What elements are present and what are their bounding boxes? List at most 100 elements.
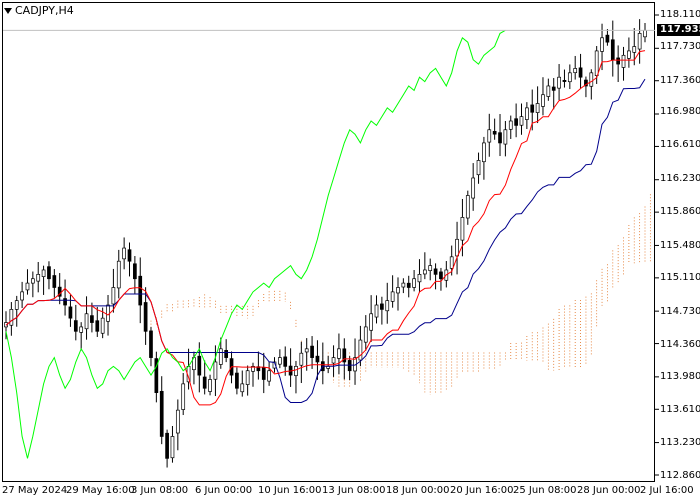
candle-body[interactable] bbox=[380, 303, 384, 310]
candle-body[interactable] bbox=[310, 345, 314, 358]
candle-body[interactable] bbox=[170, 436, 175, 459]
candle-body[interactable] bbox=[498, 132, 502, 144]
candle-body[interactable] bbox=[127, 249, 132, 262]
candle-body[interactable] bbox=[519, 116, 524, 126]
candle-body[interactable] bbox=[240, 383, 245, 393]
candle-body[interactable] bbox=[36, 274, 41, 282]
candle-body[interactable] bbox=[181, 383, 186, 410]
candle-body[interactable] bbox=[465, 195, 470, 219]
candle-body[interactable] bbox=[283, 356, 288, 367]
candle-body[interactable] bbox=[278, 357, 282, 365]
candle-body[interactable] bbox=[267, 370, 271, 382]
candle-body[interactable] bbox=[449, 256, 454, 269]
candle-body[interactable] bbox=[73, 320, 78, 332]
candle-body[interactable] bbox=[9, 309, 14, 326]
candle-body[interactable] bbox=[589, 72, 594, 87]
candle-body[interactable] bbox=[208, 379, 212, 392]
candle-body[interactable] bbox=[79, 326, 84, 333]
candle-body[interactable] bbox=[390, 291, 395, 302]
candle-body[interactable] bbox=[358, 339, 363, 361]
candle-body[interactable] bbox=[90, 315, 94, 323]
candle-body[interactable] bbox=[100, 317, 105, 334]
candle-body[interactable] bbox=[133, 263, 137, 280]
candle-body[interactable] bbox=[245, 370, 250, 385]
candle-body[interactable] bbox=[412, 278, 416, 288]
candle-body[interactable] bbox=[487, 129, 492, 143]
candle-body[interactable] bbox=[460, 217, 465, 241]
candle-body[interactable] bbox=[25, 282, 30, 291]
price-chart[interactable] bbox=[0, 0, 700, 500]
candle-body[interactable] bbox=[68, 306, 73, 319]
candle-body[interactable] bbox=[299, 352, 304, 366]
candle-body[interactable] bbox=[643, 29, 647, 38]
candle-body[interactable] bbox=[143, 302, 148, 332]
candle-body[interactable] bbox=[175, 409, 180, 434]
candle-body[interactable] bbox=[422, 269, 427, 275]
candle-body[interactable] bbox=[562, 79, 567, 82]
candle-body[interactable] bbox=[476, 160, 481, 176]
candle-body[interactable] bbox=[197, 355, 202, 376]
candle-body[interactable] bbox=[567, 72, 572, 83]
candle-body[interactable] bbox=[374, 304, 379, 318]
candle-body[interactable] bbox=[573, 68, 578, 74]
candle-body[interactable] bbox=[557, 76, 561, 89]
candle-body[interactable] bbox=[637, 33, 642, 50]
candle-body[interactable] bbox=[63, 298, 67, 306]
candle-body[interactable] bbox=[52, 275, 57, 288]
candle-body[interactable] bbox=[541, 94, 545, 107]
candle-body[interactable] bbox=[369, 313, 373, 331]
candle-body[interactable] bbox=[627, 50, 631, 59]
candle-body[interactable] bbox=[116, 260, 121, 289]
candle-body[interactable] bbox=[138, 275, 143, 306]
candle-body[interactable] bbox=[149, 330, 153, 358]
candle-body[interactable] bbox=[508, 120, 513, 130]
candle-body[interactable] bbox=[106, 304, 110, 322]
candle-body[interactable] bbox=[428, 265, 433, 271]
candle-body[interactable] bbox=[363, 326, 368, 343]
chart-window[interactable]: CADJPY,H4 118.110 117.730 117.360 116.98… bbox=[0, 0, 700, 500]
candle-body[interactable] bbox=[30, 278, 35, 284]
candle-body[interactable] bbox=[525, 107, 529, 120]
candle-body[interactable] bbox=[213, 361, 218, 380]
candle-body[interactable] bbox=[594, 50, 599, 76]
candle-body[interactable] bbox=[616, 57, 621, 65]
candle-body[interactable] bbox=[396, 287, 400, 294]
candle-body[interactable] bbox=[600, 37, 604, 52]
candle-body[interactable] bbox=[455, 238, 459, 257]
candle-body[interactable] bbox=[439, 271, 443, 280]
candle-body[interactable] bbox=[433, 268, 438, 275]
candle-body[interactable] bbox=[261, 367, 266, 380]
candle-body[interactable] bbox=[224, 350, 229, 358]
candle-body[interactable] bbox=[202, 376, 207, 389]
candle-body[interactable] bbox=[14, 300, 19, 310]
candle-body[interactable] bbox=[417, 274, 422, 283]
candle-body[interactable] bbox=[294, 366, 298, 377]
symbol-title[interactable]: CADJPY,H4 bbox=[4, 4, 74, 17]
candle-body[interactable] bbox=[514, 118, 518, 126]
candle-body[interactable] bbox=[218, 348, 223, 365]
candle-body[interactable] bbox=[503, 129, 508, 145]
candle-body[interactable] bbox=[84, 313, 89, 330]
candle-body[interactable] bbox=[95, 320, 100, 332]
candle-body[interactable] bbox=[385, 300, 390, 312]
candle-body[interactable] bbox=[406, 282, 411, 288]
candles[interactable] bbox=[4, 19, 647, 468]
candle-body[interactable] bbox=[315, 355, 320, 363]
candle-body[interactable] bbox=[551, 86, 556, 91]
triangle-down-icon[interactable] bbox=[4, 7, 12, 14]
candle-body[interactable] bbox=[165, 432, 169, 459]
candle-body[interactable] bbox=[304, 348, 309, 353]
candle-body[interactable] bbox=[482, 142, 486, 163]
candle-body[interactable] bbox=[546, 85, 551, 97]
candle-body[interactable] bbox=[492, 130, 497, 135]
candle-body[interactable] bbox=[159, 390, 164, 437]
candle-body[interactable] bbox=[337, 348, 341, 359]
candle-body[interactable] bbox=[621, 54, 626, 68]
candle-body[interactable] bbox=[111, 287, 116, 305]
candle-body[interactable] bbox=[41, 269, 46, 277]
candle-body[interactable] bbox=[47, 266, 51, 280]
candle-body[interactable] bbox=[471, 177, 476, 199]
candle-body[interactable] bbox=[122, 247, 126, 260]
candle-body[interactable] bbox=[605, 34, 610, 43]
candle-body[interactable] bbox=[20, 291, 24, 301]
